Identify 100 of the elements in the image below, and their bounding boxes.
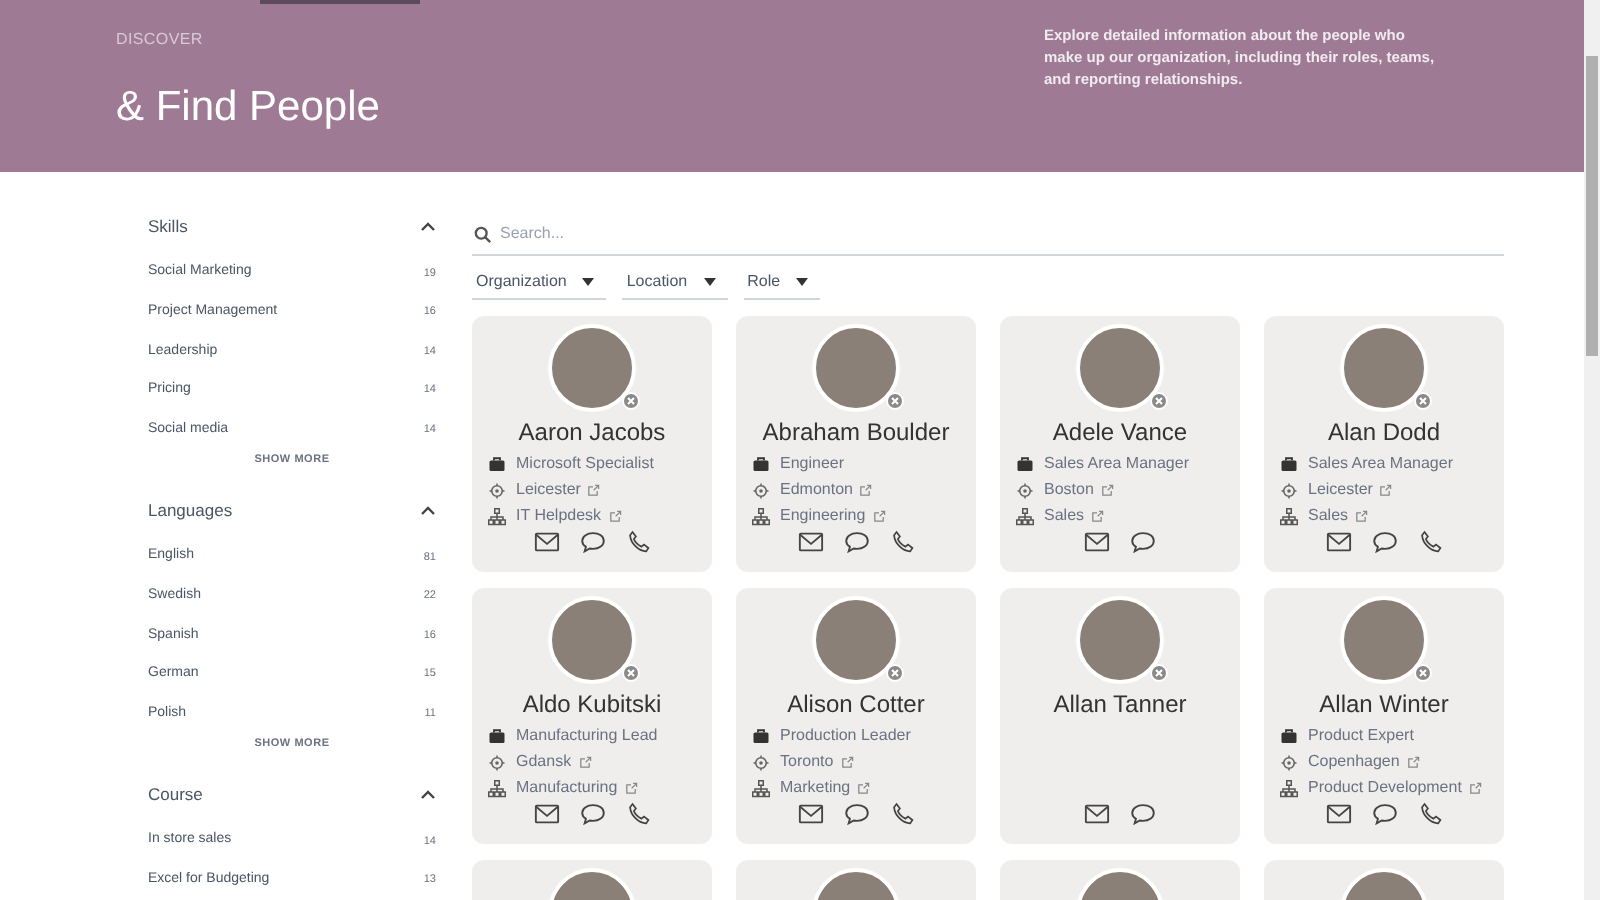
job-title: Sales Area Manager — [1308, 452, 1453, 476]
filter-dropdown[interactable]: Role — [743, 264, 821, 300]
briefcase-icon — [1016, 455, 1034, 473]
department-link[interactable]: Manufacturing — [516, 776, 638, 800]
person-name[interactable]: Alan Dodd — [1327, 416, 1441, 448]
person-name[interactable]: Alison Cotter — [787, 688, 925, 720]
external-link-icon — [577, 755, 592, 769]
phone-icon[interactable] — [889, 530, 915, 554]
external-link-icon — [1405, 755, 1420, 769]
scrollbar[interactable] — [1584, 0, 1600, 900]
external-link-icon — [871, 509, 886, 523]
external-link-icon — [1467, 781, 1482, 795]
page-title: & Find People — [116, 82, 380, 134]
briefcase-icon — [488, 727, 506, 745]
org-chart-icon — [1280, 507, 1298, 525]
person-card[interactable]: Adele Vance Sales Area Manager Boston Sales — [1000, 316, 1240, 572]
org-chart-icon — [1016, 507, 1034, 525]
email-icon[interactable] — [533, 530, 559, 554]
chat-bubble-icon[interactable] — [579, 802, 605, 826]
filter-dropdown[interactable]: Organization — [472, 264, 607, 300]
org-chart-icon — [1280, 779, 1298, 797]
phone-icon[interactable] — [1417, 802, 1443, 826]
briefcase-icon — [752, 455, 770, 473]
department-link[interactable]: Marketing — [780, 776, 871, 800]
email-icon[interactable] — [1084, 530, 1110, 554]
eyebrow-label: DISCOVER — [116, 28, 205, 52]
person-card[interactable]: Alan Dodd Sales Area Manager Leicester Sales — [1264, 316, 1504, 572]
external-link-icon — [839, 755, 854, 769]
email-icon[interactable] — [1325, 530, 1351, 554]
department-link[interactable]: Sales — [1044, 504, 1105, 528]
job-title: Microsoft Specialist — [516, 452, 654, 476]
person-card[interactable]: Alison Cotter Production Leader Toronto Marketing — [736, 588, 976, 844]
phone-icon[interactable] — [625, 530, 651, 554]
org-chart-icon — [488, 507, 506, 525]
filter-group-header[interactable]: Languages — [148, 495, 436, 524]
chat-bubble-icon[interactable] — [843, 802, 869, 826]
external-link-icon — [623, 781, 638, 795]
email-icon[interactable] — [533, 802, 559, 826]
external-link-icon — [1378, 483, 1393, 497]
filter-group-title: Course — [148, 781, 203, 807]
target-icon — [752, 481, 770, 499]
department-link[interactable]: Engineering — [780, 504, 886, 528]
external-link-icon — [586, 483, 601, 497]
location-link[interactable]: Boston — [1044, 478, 1114, 502]
job-title: Manufacturing Lead — [516, 724, 658, 748]
email-icon[interactable] — [1084, 802, 1110, 826]
org-chart-icon — [752, 507, 770, 525]
department-link[interactable]: Product Development — [1308, 776, 1482, 800]
external-link-icon — [856, 781, 871, 795]
person-card[interactable]: Allan Tanner — [1000, 588, 1240, 844]
phone-icon[interactable] — [889, 802, 915, 826]
person-card[interactable]: Allan Winter Product Expert Copenhagen Product Development — [1264, 588, 1504, 844]
chat-bubble-icon[interactable] — [1130, 802, 1156, 826]
chat-bubble-icon[interactable] — [843, 530, 869, 554]
briefcase-icon — [1280, 727, 1298, 745]
target-icon — [1280, 753, 1298, 771]
person-name[interactable]: Abraham Boulder — [762, 416, 950, 448]
target-icon — [488, 753, 506, 771]
email-icon[interactable] — [1325, 802, 1351, 826]
location-link[interactable]: Copenhagen — [1308, 750, 1420, 774]
email-icon[interactable] — [797, 802, 823, 826]
job-title: Product Expert — [1308, 724, 1414, 748]
chat-bubble-icon[interactable] — [1130, 530, 1156, 554]
chat-bubble-icon[interactable] — [1371, 530, 1397, 554]
filter-group-title: Skills — [148, 213, 188, 239]
location-link[interactable]: Edmonton — [780, 478, 873, 502]
person-name[interactable]: Allan Winter — [1319, 688, 1449, 720]
target-icon — [1016, 481, 1034, 499]
external-link-icon — [607, 509, 622, 523]
job-title: Engineer — [780, 452, 845, 476]
phone-icon[interactable] — [625, 802, 651, 826]
location-link[interactable]: Leicester — [516, 478, 601, 502]
department-link[interactable]: IT Helpdesk — [516, 504, 622, 528]
location-link[interactable]: Leicester — [1308, 478, 1393, 502]
filter-dropdown[interactable]: Location — [622, 264, 728, 300]
email-icon[interactable] — [797, 530, 823, 554]
location-link[interactable]: Gdansk — [516, 750, 592, 774]
location-link[interactable]: Toronto — [780, 750, 854, 774]
org-chart-icon — [488, 779, 506, 797]
filter-group-header[interactable]: Skills — [148, 212, 436, 240]
department-link[interactable]: Sales — [1308, 504, 1369, 528]
scrollbar-thumb[interactable] — [1586, 56, 1598, 356]
chat-bubble-icon[interactable] — [579, 530, 605, 554]
external-link-icon — [858, 483, 873, 497]
external-link-icon — [1354, 509, 1369, 523]
caret-down-icon — [703, 277, 716, 285]
filter-group-title: Languages — [148, 497, 233, 523]
person-card[interactable]: Abraham Boulder Engineer Edmonton Engineering — [736, 316, 976, 572]
person-name[interactable]: Aldo Kubitski — [522, 688, 662, 720]
person-card[interactable]: Aldo Kubitski Manufacturing Lead Gdansk Manufacturing — [472, 588, 712, 844]
person-card[interactable]: Aaron Jacobs Microsoft Specialist Leicester IT Helpdesk — [472, 316, 712, 572]
phone-icon[interactable] — [1417, 530, 1443, 554]
person-name[interactable]: Allan Tanner — [1053, 688, 1187, 720]
person-name[interactable]: Aaron Jacobs — [518, 416, 666, 448]
person-name[interactable]: Adele Vance — [1052, 416, 1188, 448]
job-title: Production Leader — [780, 724, 911, 748]
target-icon — [1280, 481, 1298, 499]
filter-group-header[interactable]: Course — [148, 779, 436, 808]
chat-bubble-icon[interactable] — [1371, 802, 1397, 826]
search-field[interactable]: Search... — [472, 212, 1504, 256]
